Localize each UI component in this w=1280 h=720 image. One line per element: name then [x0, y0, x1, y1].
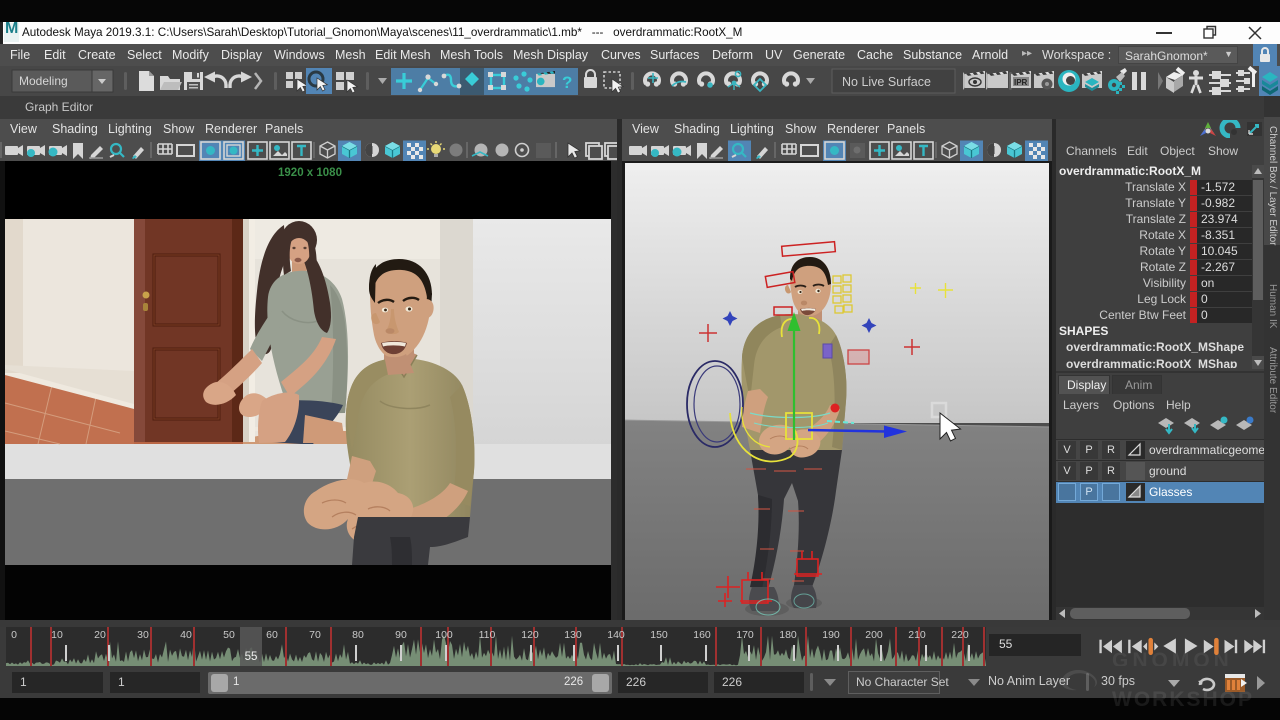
svg-text:50: 50	[223, 629, 235, 641]
svg-text:90: 90	[395, 629, 407, 641]
svg-text:170: 170	[736, 629, 754, 641]
svg-text:?: ?	[562, 73, 572, 92]
svg-text:100: 100	[435, 629, 453, 641]
svg-text:200: 200	[865, 629, 883, 641]
svg-text:190: 190	[822, 629, 840, 641]
svg-text:120: 120	[521, 629, 539, 641]
svg-text:160: 160	[693, 629, 711, 641]
svg-text:140: 140	[607, 629, 625, 641]
svg-text:0: 0	[11, 629, 17, 641]
svg-text:210: 210	[908, 629, 926, 641]
svg-text:60: 60	[266, 629, 278, 641]
svg-text:180: 180	[779, 629, 797, 641]
svg-text:10: 10	[51, 629, 63, 641]
svg-text:130: 130	[564, 629, 582, 641]
svg-text:20: 20	[94, 629, 106, 641]
svg-text:No Live Surface: No Live Surface	[842, 75, 931, 89]
svg-text:IPR: IPR	[1014, 78, 1028, 87]
svg-text:220: 220	[951, 629, 969, 641]
svg-text:110: 110	[479, 629, 496, 641]
svg-text:55: 55	[245, 651, 258, 663]
svg-text:1920 x 1080: 1920 x 1080	[278, 167, 342, 179]
svg-text:40: 40	[180, 629, 192, 641]
svg-text:70: 70	[309, 629, 321, 641]
svg-text:80: 80	[352, 629, 364, 641]
svg-text:150: 150	[650, 629, 668, 641]
svg-text:30: 30	[137, 629, 149, 641]
svg-text:Modeling: Modeling	[19, 74, 68, 88]
